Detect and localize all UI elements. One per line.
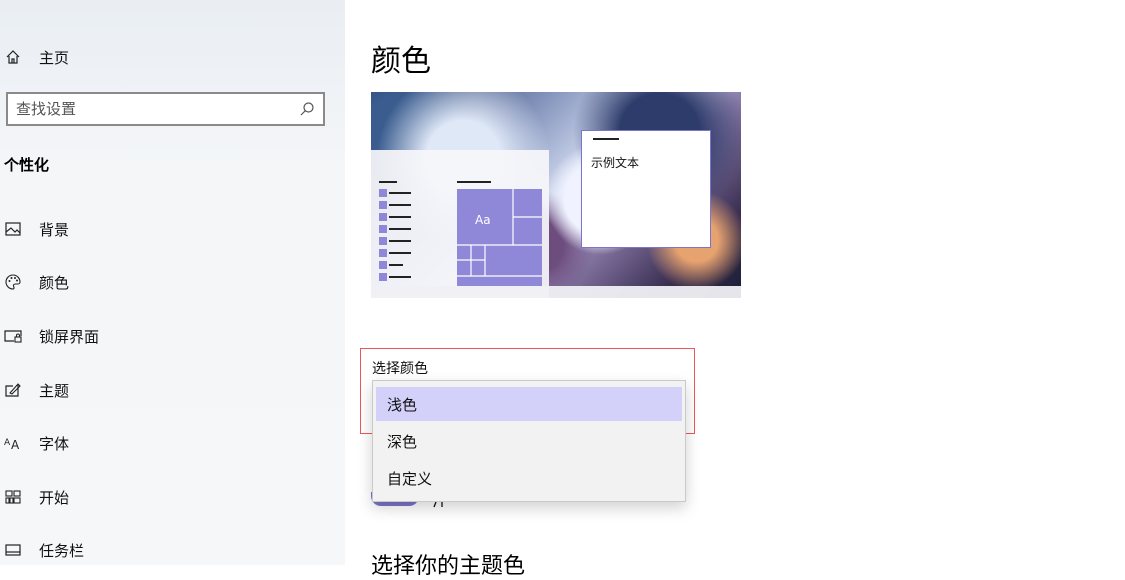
preview-list-bullet xyxy=(379,213,387,221)
sidebar-item-fonts[interactable]: AA 字体 xyxy=(0,423,345,463)
sidebar-item-label: 背景 xyxy=(39,220,70,239)
sidebar-item-label: 字体 xyxy=(39,434,70,453)
sidebar-item-taskbar[interactable]: 任务栏 xyxy=(0,530,345,570)
search-box[interactable] xyxy=(6,92,325,126)
dropdown-option-custom[interactable]: 自定义 xyxy=(376,461,682,495)
sidebar-item-label: 开始 xyxy=(39,488,70,507)
svg-text:A: A xyxy=(4,438,11,448)
taskbar-icon xyxy=(4,541,22,559)
preview-list-line xyxy=(389,192,411,194)
sidebar-item-themes[interactable]: 主题 xyxy=(0,370,345,410)
search-input[interactable] xyxy=(8,99,288,119)
preview-tiles-header xyxy=(457,181,491,183)
preview-list-bullet xyxy=(379,225,387,233)
preview-tiles xyxy=(457,189,542,286)
preview-sample-text: 示例文本 xyxy=(591,156,640,170)
preview-window-titlebar-line xyxy=(593,138,619,140)
sidebar-item-label: 主题 xyxy=(39,381,70,400)
preview-list-line xyxy=(389,264,403,266)
preview-list-line xyxy=(389,228,411,230)
preview-list-line xyxy=(389,252,411,254)
preview-sample-window xyxy=(581,130,711,248)
preview-list-bullet xyxy=(379,237,387,245)
preview-list-bullet xyxy=(379,273,387,281)
preview-list-bullet xyxy=(379,201,387,209)
sidebar-item-label: 任务栏 xyxy=(39,541,85,560)
sidebar-item-home[interactable]: 主页 xyxy=(0,37,345,77)
accent-color-section-title: 选择你的主题色 xyxy=(371,554,526,579)
preview-list-bullet xyxy=(379,189,387,197)
home-icon xyxy=(4,48,22,66)
preview-list-line xyxy=(389,276,411,278)
sidebar-item-start[interactable]: 开始 xyxy=(0,477,345,517)
svg-text:A: A xyxy=(11,438,20,450)
image-icon xyxy=(4,220,22,238)
preview-tile-label: Aa xyxy=(475,213,491,227)
font-icon: AA xyxy=(4,434,22,452)
preview-list-bullet xyxy=(379,261,387,269)
sidebar-item-lock-screen[interactable]: 锁屏界面 xyxy=(0,316,345,356)
sidebar: 主页 个性化 背景 颜色 锁屏界面 主题 AA 字体 xyxy=(0,0,345,565)
preview-list-line xyxy=(389,240,411,242)
sidebar-item-background[interactable]: 背景 xyxy=(0,209,345,249)
sidebar-item-label: 主页 xyxy=(39,48,70,67)
color-preview: Aa 示例文本 xyxy=(371,92,741,298)
palette-icon xyxy=(4,273,22,291)
section-title: 个性化 xyxy=(4,156,50,174)
start-grid-icon xyxy=(4,488,22,506)
search-icon[interactable] xyxy=(299,101,315,121)
sidebar-item-colors[interactable]: 颜色 xyxy=(0,262,345,302)
sidebar-item-label: 锁屏界面 xyxy=(39,327,100,346)
color-mode-dropdown[interactable]: 浅色 深色 自定义 xyxy=(372,380,686,502)
dropdown-option-dark[interactable]: 深色 xyxy=(376,424,682,458)
dropdown-option-light[interactable]: 浅色 xyxy=(376,387,682,421)
sidebar-item-label: 颜色 xyxy=(39,273,70,292)
choose-color-label: 选择颜色 xyxy=(372,361,428,377)
preview-list-bullet xyxy=(379,249,387,257)
preview-list-header xyxy=(379,181,397,183)
preview-list-line xyxy=(389,216,411,218)
page-title: 颜色 xyxy=(371,44,431,79)
preview-list-line xyxy=(389,204,411,206)
lock-screen-icon xyxy=(4,327,22,345)
theme-brush-icon xyxy=(4,381,22,399)
preview-taskbar xyxy=(371,286,741,298)
